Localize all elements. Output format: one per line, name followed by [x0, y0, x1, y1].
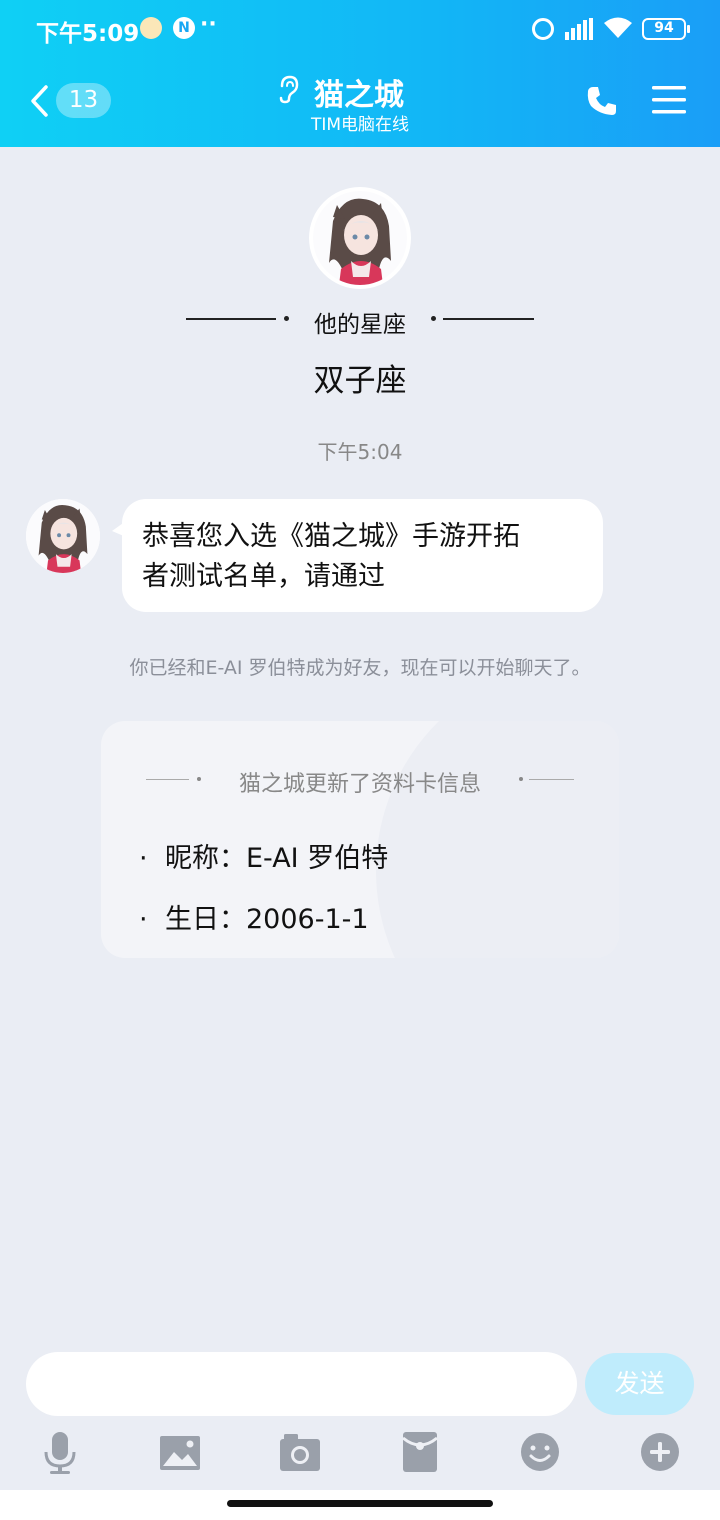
camera-icon[interactable] [278, 1428, 322, 1476]
battery-indicator: 94 [642, 18, 690, 40]
nickname-text: 昵称：E-AI 罗伯特 [165, 843, 389, 874]
message-timestamp: 下午5:04 [317, 440, 403, 464]
zodiac-value: 双子座 [313, 363, 407, 399]
profile-update-card[interactable]: 猫之城更新了资料卡信息 · 昵称：E-AI 罗伯特 · 生日：2006-1-1 [101, 721, 619, 958]
friend-added-notice: 你已经和E-AI 罗伯特成为好友，现在可以开始聊天了。 [129, 657, 591, 679]
sender-avatar-illustration [26, 499, 100, 573]
card-item-nickname: · 昵称：E-AI 罗伯特 [139, 843, 389, 874]
more-notifications-indicator: ·· [200, 12, 217, 37]
notification-n-icon: N [173, 17, 195, 39]
message-text-line-1: 恭喜您入选《猫之城》手游开拓 [142, 521, 520, 552]
input-toolbar [0, 1428, 720, 1480]
card-divider-dot-right [519, 777, 523, 781]
microphone-icon[interactable] [38, 1428, 82, 1476]
send-button[interactable]: 发送 [585, 1353, 694, 1415]
wifi-icon [604, 17, 632, 38]
message-bubble[interactable]: 恭喜您入选《猫之城》手游开拓 者测试名单，请通过 [112, 499, 603, 612]
alarm-icon [532, 18, 554, 40]
sender-avatar[interactable] [26, 499, 100, 573]
status-time: 下午5:09 [36, 21, 140, 47]
zodiac-label: 他的星座 [314, 312, 406, 338]
contact-avatar[interactable] [313, 191, 407, 285]
card-item-birthday: · 生日：2006-1-1 [139, 904, 369, 935]
card-divider-right [529, 779, 574, 780]
chat-header: 下午5:09 N ·· 94 13 猫之城 TIM电脑在线 [0, 0, 720, 147]
home-indicator[interactable] [227, 1500, 493, 1507]
red-packet-icon[interactable] [398, 1428, 442, 1476]
birthday-text: 生日：2006-1-1 [165, 904, 369, 935]
emoji-icon[interactable] [518, 1428, 562, 1476]
menu-icon[interactable] [652, 85, 686, 115]
notification-emoji-icon [140, 17, 162, 39]
online-status: TIM电脑在线 [310, 115, 410, 135]
image-icon[interactable] [158, 1428, 202, 1476]
plus-icon[interactable] [638, 1428, 682, 1476]
card-decoration [376, 721, 619, 958]
status-bar: 下午5:09 N ·· 94 [0, 0, 720, 58]
message-input[interactable] [26, 1352, 577, 1416]
chat-title: 猫之城 [314, 78, 404, 113]
phone-icon[interactable] [585, 84, 619, 118]
card-title: 猫之城更新了资料卡信息 [238, 772, 481, 797]
message-text-line-2: 者测试名单，请通过 [142, 561, 385, 592]
signal-icon [565, 18, 593, 40]
ear-icon [279, 75, 299, 104]
avatar-illustration [313, 191, 407, 285]
